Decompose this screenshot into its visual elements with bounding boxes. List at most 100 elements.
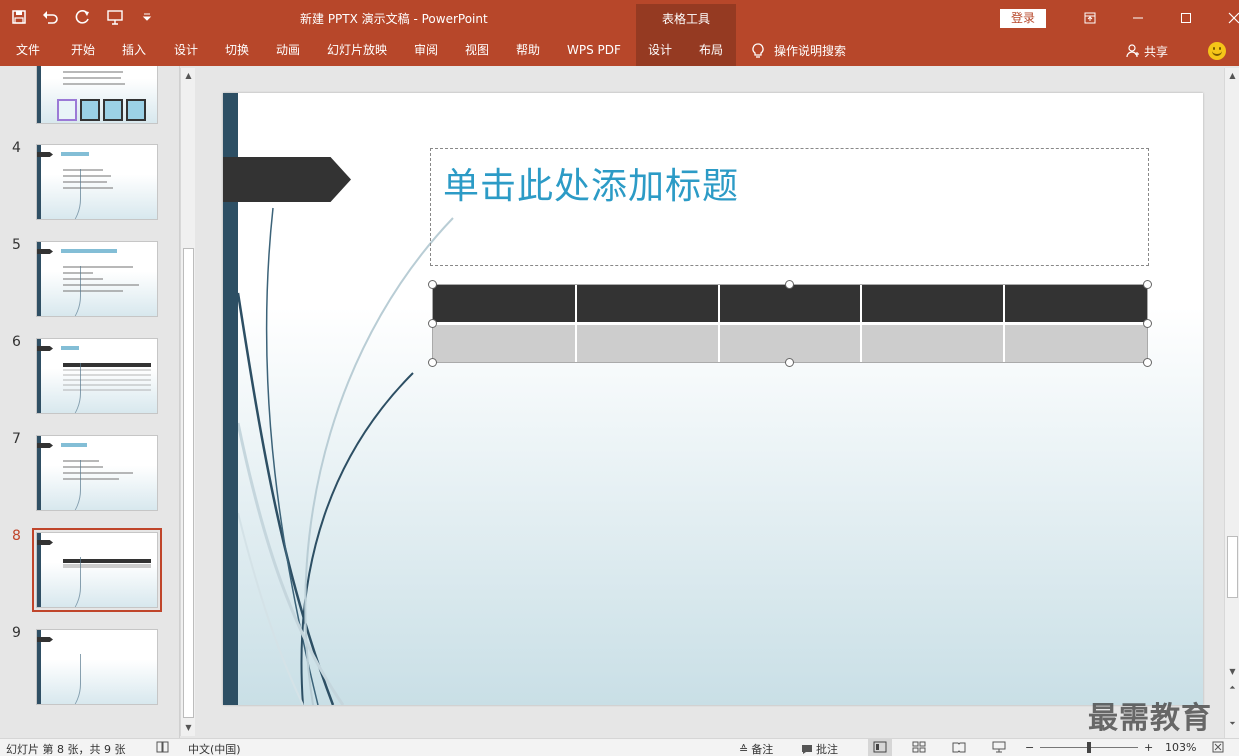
table-cell[interactable] — [717, 323, 862, 362]
person-icon — [1126, 44, 1139, 58]
window-controls — [1066, 0, 1239, 36]
title-placeholder[interactable]: 单击此处添加标题 — [430, 148, 1149, 266]
undo-icon[interactable] — [42, 8, 60, 26]
tab-insert[interactable]: 插入 — [122, 36, 146, 66]
document-title: 新建 PPTX 演示文稿 - PowerPoint — [300, 12, 488, 26]
tell-me-search[interactable]: 操作说明搜索 — [752, 36, 846, 66]
tab-design[interactable]: 设计 — [174, 36, 198, 66]
scrollbar-thumb[interactable] — [1227, 536, 1238, 598]
tab-file[interactable]: 文件 — [16, 36, 40, 66]
ribbon-tabs: 文件 开始 插入 设计 切换 动画 幻灯片放映 审阅 视图 帮助 WPS PDF… — [0, 36, 1239, 66]
quick-access-toolbar — [10, 8, 156, 26]
thumb-text-line — [63, 77, 121, 79]
table-cell[interactable] — [860, 323, 1005, 362]
login-button[interactable]: 登录 — [1000, 9, 1046, 28]
minimize-icon[interactable] — [1114, 0, 1162, 36]
slide-sorter-icon[interactable] — [912, 741, 926, 756]
scroll-down-icon[interactable]: ▼ — [183, 722, 194, 733]
resize-handle-bottom-left[interactable] — [428, 358, 437, 367]
spell-check-icon[interactable] — [156, 741, 170, 756]
scrollbar-thumb[interactable] — [183, 248, 194, 718]
maximize-icon[interactable] — [1162, 0, 1210, 36]
share-button[interactable]: 共享 — [1126, 36, 1168, 66]
notes-button[interactable]: ≙ 备注 — [739, 741, 773, 756]
tab-table-layout[interactable]: 布局 — [699, 36, 723, 66]
table-cell[interactable] — [717, 285, 862, 325]
slide-counter: 幻灯片 第 8 张，共 9 张 — [6, 743, 126, 756]
slide-number: 5 — [12, 237, 21, 253]
customize-qat-icon[interactable] — [138, 8, 156, 26]
table-cell[interactable] — [433, 323, 576, 362]
zoom-slider-knob[interactable] — [1087, 742, 1091, 753]
powerpoint-window: 新建 PPTX 演示文稿 - PowerPoint 表格工具 登录 文件 开始 … — [0, 0, 1239, 756]
scroll-down-icon[interactable]: ▼ — [1227, 666, 1238, 677]
table-cell[interactable] — [1003, 285, 1147, 325]
tab-view[interactable]: 视图 — [465, 36, 489, 66]
zoom-level[interactable]: 103% — [1165, 741, 1196, 754]
tab-wps-pdf[interactable]: WPS PDF — [567, 36, 621, 66]
status-bar: 幻灯片 第 8 张，共 9 张 中文(中国) ≙ 备注 批注 − + 103% — [0, 738, 1239, 756]
table-cell[interactable] — [433, 285, 576, 325]
title-bar: 新建 PPTX 演示文稿 - PowerPoint 表格工具 登录 — [0, 0, 1239, 36]
slideshow-view-icon[interactable] — [992, 741, 1006, 756]
slide-number: 7 — [12, 431, 21, 447]
scroll-up-icon[interactable]: ▲ — [183, 70, 194, 81]
fit-to-window-icon[interactable] — [1212, 741, 1224, 756]
comments-button[interactable]: 批注 — [801, 741, 838, 756]
slide-thumbnail-8[interactable] — [32, 528, 162, 612]
slide-number: 6 — [12, 334, 21, 350]
feedback-smiley-icon[interactable] — [1208, 42, 1226, 60]
previous-slide-icon[interactable]: ⏶ — [1227, 682, 1238, 693]
slide-thumbnail-5[interactable] — [36, 241, 158, 317]
resize-handle-top-left[interactable] — [428, 280, 437, 289]
lightbulb-icon — [752, 43, 764, 58]
slide-thumbnail-7[interactable] — [36, 435, 158, 511]
current-slide[interactable]: 单击此处添加标题 — [223, 93, 1203, 705]
ribbon-display-options-icon[interactable] — [1066, 0, 1114, 36]
slide-table[interactable] — [432, 284, 1148, 363]
slide-thumbnail-9[interactable] — [36, 629, 158, 705]
save-icon[interactable] — [10, 8, 28, 26]
thumbnail-scrollbar[interactable]: ▲ ▼ — [180, 68, 195, 736]
thumb-picture-row — [57, 99, 146, 121]
resize-handle-top[interactable] — [785, 280, 794, 289]
resize-handle-left[interactable] — [428, 319, 437, 328]
slide-thumbnail-4[interactable] — [36, 144, 158, 220]
normal-view-icon[interactable] — [868, 739, 892, 756]
next-slide-icon[interactable]: ⏷ — [1227, 718, 1238, 729]
tab-transitions[interactable]: 切换 — [225, 36, 249, 66]
redo-icon[interactable] — [74, 8, 92, 26]
tab-home[interactable]: 开始 — [71, 36, 95, 66]
title-placeholder-text: 单击此处添加标题 — [443, 166, 740, 207]
zoom-in-button[interactable]: + — [1144, 741, 1153, 754]
slide-thumbnail-3[interactable] — [36, 66, 158, 124]
notes-label: 备注 — [751, 743, 774, 756]
present-from-start-icon[interactable] — [106, 8, 124, 26]
slide-number-selected: 8 — [12, 528, 21, 544]
resize-handle-right[interactable] — [1143, 319, 1152, 328]
tab-animations[interactable]: 动画 — [276, 36, 300, 66]
table-grid — [433, 285, 1147, 362]
table-cell[interactable] — [1003, 323, 1147, 362]
editor-scrollbar[interactable]: ▲ ▼ ⏶ ⏷ — [1224, 68, 1239, 738]
tab-help[interactable]: 帮助 — [516, 36, 540, 66]
tab-table-design[interactable]: 设计 — [648, 36, 672, 66]
slide-thumbnail-pane: 4 5 6 7 8 9 — [0, 66, 180, 738]
resize-handle-bottom[interactable] — [785, 358, 794, 367]
language-indicator[interactable]: 中文(中国) — [188, 741, 241, 756]
scroll-up-icon[interactable]: ▲ — [1227, 70, 1238, 81]
zoom-out-button[interactable]: − — [1025, 741, 1034, 754]
table-cell[interactable] — [574, 323, 719, 362]
tab-review[interactable]: 审阅 — [414, 36, 438, 66]
slide-thumbnail-6[interactable] — [36, 338, 158, 414]
table-cell[interactable] — [574, 285, 719, 325]
table-tools-header: 表格工具 — [636, 4, 736, 36]
close-icon[interactable] — [1210, 0, 1239, 36]
resize-handle-top-right[interactable] — [1143, 280, 1152, 289]
arrow-banner-shape[interactable] — [223, 157, 351, 202]
resize-handle-bottom-right[interactable] — [1143, 358, 1152, 367]
comment-icon — [802, 744, 812, 754]
tab-slideshow[interactable]: 幻灯片放映 — [327, 36, 387, 66]
table-cell[interactable] — [860, 285, 1005, 325]
reading-view-icon[interactable] — [952, 741, 966, 756]
